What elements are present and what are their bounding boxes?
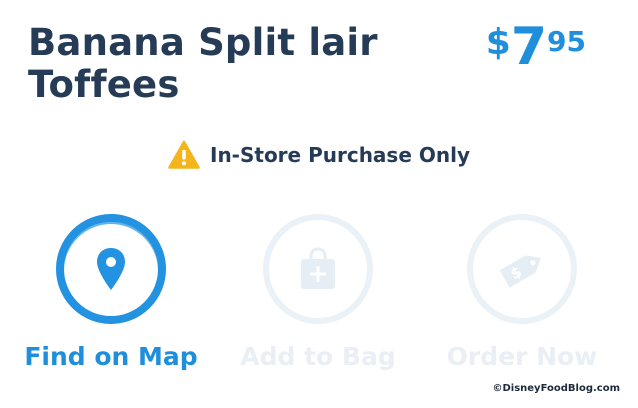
add-to-bag-ring [263, 214, 373, 324]
order-now-button: $ Order Now [422, 214, 622, 371]
product-title-line-1: Banana Split lair [28, 21, 378, 64]
price-currency: $ [485, 22, 511, 63]
in-store-notice: In-Store Purchase Only [0, 140, 638, 170]
product-detail-screen: Banana Split lair Toffees $ 7 95 In-Stor… [0, 0, 638, 408]
product-title-line-2: Toffees [28, 63, 180, 106]
price-whole: 7 [510, 17, 548, 77]
find-on-map-button[interactable]: Find on Map [11, 214, 211, 371]
add-to-bag-button: Add to Bag [218, 214, 418, 371]
watermark: ©DisneyFoodBlog.com [492, 383, 620, 394]
notice-text: In-Store Purchase Only [210, 143, 470, 167]
shopping-bag-icon [301, 247, 335, 289]
price-tag-icon: $ [499, 255, 542, 288]
find-on-map-ring[interactable] [56, 214, 166, 324]
map-pin-icon [97, 248, 125, 290]
order-now-ring: $ [467, 214, 577, 324]
order-now-label: Order Now [446, 342, 598, 371]
product-title: Banana Split lair Toffees [28, 22, 448, 106]
warning-icon [168, 140, 200, 169]
find-on-map-label[interactable]: Find on Map [11, 342, 211, 371]
price-cents: 95 [547, 25, 586, 58]
add-to-bag-label: Add to Bag [240, 342, 396, 371]
product-price: $ 7 95 [485, 17, 586, 77]
